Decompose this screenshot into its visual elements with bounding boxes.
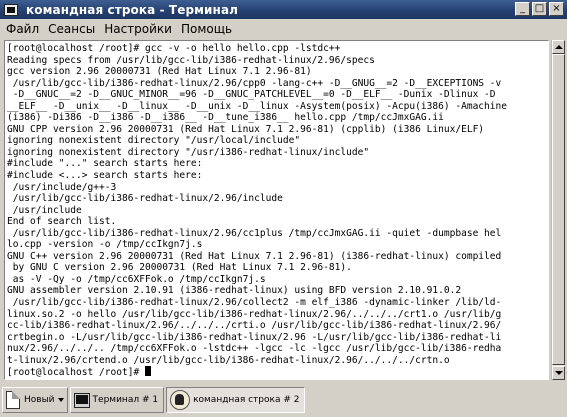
tab-label: командная строка # 2: [193, 395, 300, 405]
terminal-line: -D__GNUC__=2 -D__GNUC_MINOR__=96 -D__GNU…: [7, 89, 496, 101]
vertical-scrollbar[interactable]: [551, 40, 565, 380]
terminal-line: gcc version 2.96 20000731 (Red Hat Linux…: [7, 66, 312, 78]
terminal-line: Reading specs from /usr/lib/gcc-lib/i386…: [7, 54, 375, 66]
terminal-line: /usr/lib/gcc-lib/i386-redhat-linux/2.96/…: [7, 297, 502, 309]
terminal-line: by GNU C version 2.96 20000731 (Red Hat …: [7, 262, 352, 274]
window-title: командная строка - Терминал: [26, 2, 239, 17]
terminal-line: [root@localhost /root]# gcc -v -o hello …: [7, 43, 341, 54]
terminal-line: #include <...> search starts here:: [7, 170, 203, 182]
chevron-down-icon[interactable]: [57, 398, 64, 402]
terminal-output[interactable]: [root@localhost /root]# gcc -v -o hello …: [4, 40, 549, 380]
shell-icon: [170, 390, 191, 410]
terminal-line: GNU assembler version 2.10.91 (i386-redh…: [7, 285, 462, 297]
terminal-line: GNU C++ version 2.96 20000731 (Red Hat L…: [7, 250, 502, 262]
terminal-line: ignoring nonexistent directory "/usr/i38…: [7, 146, 370, 158]
menu-file[interactable]: Файл: [3, 22, 42, 36]
maximize-button[interactable]: □: [532, 2, 547, 16]
minimize-button[interactable]: _: [515, 2, 530, 16]
tab-terminal-1[interactable]: Терминал # 1: [69, 387, 165, 413]
menu-bar: Файл Сеансы Настройки Помощь: [0, 19, 567, 38]
tab-shell-2[interactable]: командная строка # 2: [166, 387, 306, 413]
terminal-line: __ELF__ -D__unix__ -D__linux__ -D__unix …: [7, 100, 508, 112]
terminal-window: командная строка - Терминал _ □ × Файл С…: [0, 0, 567, 417]
new-session-label: Новый: [24, 395, 55, 405]
title-bar[interactable]: командная строка - Терминал _ □ ×: [0, 0, 567, 19]
new-session-button[interactable]: Новый: [2, 387, 68, 413]
terminal-app-icon[interactable]: [4, 3, 18, 16]
text-cursor: [144, 366, 151, 377]
window-controls: _ □ ×: [515, 2, 564, 16]
menu-sessions[interactable]: Сеансы: [45, 22, 98, 36]
terminal-line: /usr/lib/gcc-lib/i386-redhat-linux/2.96/…: [7, 227, 502, 239]
terminal-line: linux.so.2 -o hello /usr/lib/gcc-lib/i38…: [7, 308, 502, 320]
terminal-line: crtbegin.o -L/usr/lib/gcc-lib/i386-redha…: [7, 331, 502, 343]
terminal-line: /usr/include: [7, 204, 82, 216]
terminal-line: as -V -Qy -o /tmp/cc6XFFok.o /tmp/ccIkgn…: [7, 273, 266, 285]
terminal-line: cc-lib/i386-redhat-linux/2.96/../../../c…: [7, 320, 502, 332]
terminal-line: t-linux/2.96/crtend.o /usr/lib/gcc-lib/i…: [7, 354, 450, 366]
session-tab-bar: Новый Терминал # 1 командная строка # 2: [0, 383, 567, 417]
scrollbar-thumb[interactable]: [552, 54, 565, 365]
terminal-line: GNU CPP version 2.96 20000731 (Red Hat L…: [7, 123, 485, 135]
close-button[interactable]: ×: [549, 2, 564, 16]
scroll-up-button[interactable]: [552, 40, 565, 54]
terminal-icon: [73, 392, 90, 408]
scroll-down-button[interactable]: [552, 366, 565, 380]
terminal-line: End of search list.: [7, 216, 117, 228]
menu-help[interactable]: Помощь: [178, 22, 235, 36]
terminal-line: #include "..." search starts here:: [7, 158, 203, 170]
new-document-icon: [6, 391, 20, 409]
menu-settings[interactable]: Настройки: [101, 22, 175, 36]
terminal-line: /usr/lib/gcc-lib/i386-redhat-linux/2.96/…: [7, 77, 502, 89]
terminal-line: /usr/include/g++-3: [7, 181, 117, 193]
terminal-line: (i386) -Di386 -D__i386 -D__i386__ -D__tu…: [7, 112, 444, 124]
terminal-line: /usr/lib/gcc-lib/i386-redhat-linux/2.96/…: [7, 193, 283, 205]
terminal-line: lo.cpp -version -o /tmp/ccIkgn7j.s: [7, 239, 203, 251]
terminal-prompt: [root@localhost /root]#: [7, 367, 145, 379]
terminal-line: ignoring nonexistent directory "/usr/loc…: [7, 135, 301, 147]
tab-label: Терминал # 1: [92, 395, 159, 405]
terminal-line: nux/2.96/../../.. /tmp/cc6XFFok.o -lstdc…: [7, 343, 502, 355]
terminal-text: [root@localhost /root]# gcc -v -o hello …: [5, 41, 548, 379]
